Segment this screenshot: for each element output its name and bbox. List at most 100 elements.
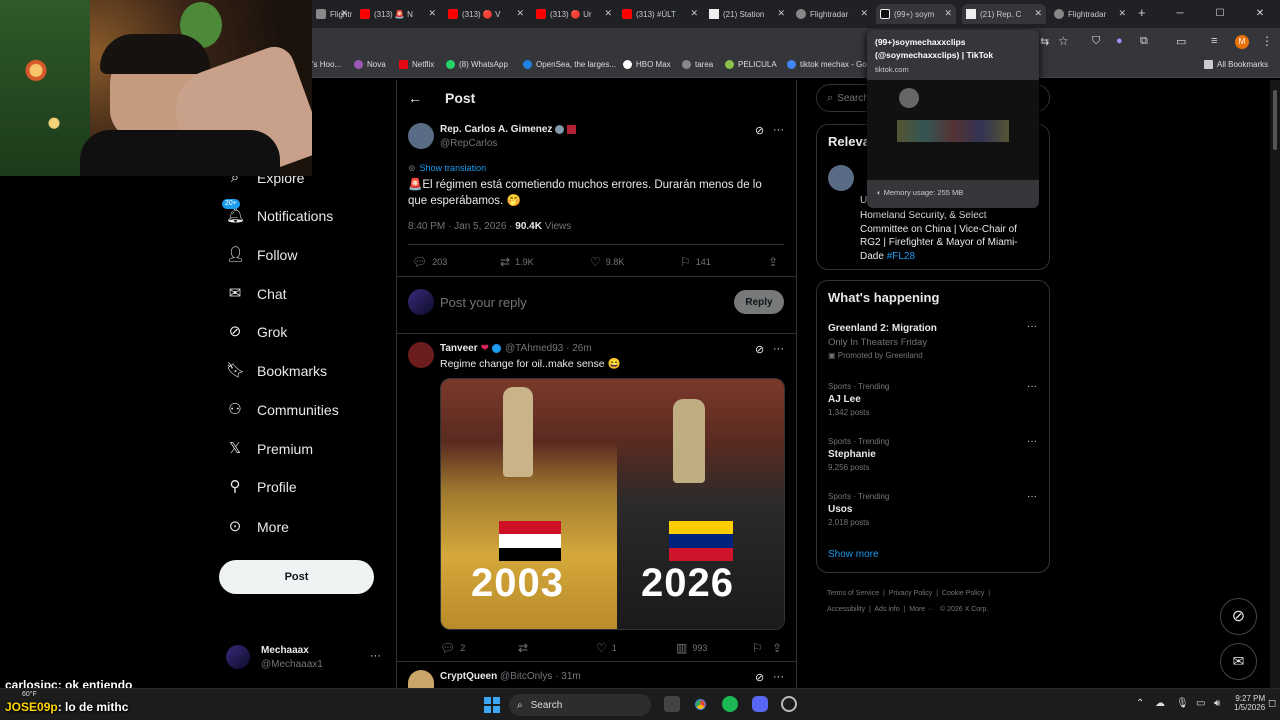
reply-author[interactable]: Tanveer ❤ @TAhmed93 · 26m — [440, 343, 592, 354]
sidebar-icon[interactable]: ▭ — [1176, 35, 1186, 48]
weather-widget[interactable]: 60°F — [22, 691, 37, 698]
more-icon[interactable]: ··· — [773, 343, 784, 355]
bookmark[interactable]: tarea — [682, 60, 713, 69]
sidebar-item-premium[interactable]: 𝕏 Premium — [226, 440, 313, 458]
sidebar-item-more[interactable]: ⊙ More — [226, 518, 289, 536]
sidebar-item-notifications[interactable]: 🔔︎ 20+ Notifications — [222, 199, 333, 225]
trend-more-icon[interactable]: ··· — [1027, 321, 1037, 332]
network-icon[interactable]: ▭ — [1196, 698, 1205, 709]
chrome-icon[interactable] — [692, 696, 709, 713]
trend-more-icon[interactable]: ··· — [1027, 436, 1037, 447]
puzzle-icon[interactable]: ⧉ — [1140, 35, 1148, 48]
sidebar-item-communities[interactable]: ⚇ Communities — [226, 401, 338, 419]
reply-action[interactable]: 💬︎ 203 — [412, 255, 447, 269]
bookmark[interactable]: 's Hoo... — [312, 60, 341, 69]
tray-expand-icon[interactable]: ⌃ — [1136, 698, 1144, 709]
browser-tab[interactable]: (313) #ÚLT ✕ — [618, 4, 702, 24]
footer-link[interactable]: More ··· — [909, 606, 934, 613]
more-icon[interactable]: ··· — [773, 124, 784, 136]
bookmark-action[interactable]: ⚐ 141 — [680, 255, 711, 269]
footer-link[interactable]: Cookie Policy — [942, 590, 984, 597]
post-author[interactable]: Rep. Carlos A. Gimenez — [440, 124, 577, 135]
volume-icon[interactable]: 🔊︎ — [1214, 698, 1220, 709]
author-avatar[interactable] — [408, 123, 434, 149]
media-icon[interactable]: ≡ — [1211, 35, 1217, 47]
avatar[interactable] — [226, 645, 250, 669]
close-icon[interactable]: ✕ — [428, 8, 436, 19]
extension-icon[interactable]: ⇆ — [1040, 35, 1049, 48]
task-view-icon[interactable] — [664, 696, 680, 712]
trend-item[interactable]: Sports · Trending Usos 2,018 posts — [828, 492, 889, 527]
tray-app-icon[interactable]: ☁ — [1155, 698, 1165, 709]
account-more-icon[interactable]: ··· — [370, 650, 381, 662]
trend-item[interactable]: Sports · Trending Stephanie 9,256 posts — [828, 437, 889, 472]
hashtag-link[interactable]: #FL28 — [887, 251, 915, 262]
bookmark[interactable]: OpenSea, the larges... — [523, 60, 616, 69]
trend-more-icon[interactable]: ··· — [1027, 491, 1037, 502]
grok-float-icon[interactable]: ⊘ — [1220, 598, 1257, 635]
show-more-link[interactable]: Show more — [828, 549, 879, 560]
browser-tab[interactable]: Flightradar ✕ — [1050, 4, 1130, 24]
app-icon[interactable] — [781, 696, 797, 712]
extension-icon[interactable]: ● — [1116, 35, 1123, 47]
close-icon[interactable]: ✕ — [860, 8, 868, 19]
like-action[interactable]: ♡ 9.8K — [590, 255, 624, 269]
scrollbar[interactable] — [1270, 80, 1280, 688]
repost-action[interactable]: ⇄ — [518, 641, 533, 655]
browser-tab[interactable]: (313) 🔴 V ✕ — [444, 4, 528, 24]
sidebar-item-chat[interactable]: ✉ Chat — [226, 285, 287, 303]
share-action[interactable]: ⇪ — [772, 641, 787, 655]
footer-link[interactable]: Privacy Policy — [889, 590, 933, 597]
close-icon[interactable]: ✕ — [944, 8, 952, 19]
reply-action[interactable]: 💬︎ 2 — [440, 641, 465, 655]
bookmark[interactable]: Nova — [354, 60, 386, 69]
trend-item[interactable]: Sports · Trending AJ Lee 1,342 posts — [828, 382, 889, 417]
trend-more-icon[interactable]: ··· — [1027, 381, 1037, 392]
clock[interactable]: 9:27 PM 1/5/2026 — [1234, 694, 1265, 712]
reply-image[interactable]: 2003 2026 — [440, 378, 785, 630]
show-translation[interactable]: ⊛ Show translation — [408, 163, 486, 174]
share-action[interactable]: ⇪ — [768, 255, 783, 269]
footer-link[interactable]: Accessibility — [827, 606, 865, 613]
views-action[interactable]: ▥ 993 — [676, 641, 707, 655]
sidebar-item-follow[interactable]: 👤︎ Follow — [226, 246, 297, 264]
reply-input[interactable] — [440, 292, 720, 312]
sidebar-item-profile[interactable]: ⚲ Profile — [226, 478, 297, 496]
profile-avatar-icon[interactable]: M — [1235, 35, 1249, 49]
bookmark[interactable]: PELICULA — [725, 60, 777, 69]
avatar[interactable] — [828, 165, 854, 191]
new-tab-button[interactable]: + — [1138, 5, 1146, 20]
sidebar-item-bookmarks[interactable]: 🔖︎ Bookmarks — [226, 362, 327, 380]
bookmark[interactable]: (8) WhatsApp — [446, 60, 508, 69]
close-icon[interactable]: ✕ — [516, 8, 524, 19]
bookmark-action[interactable]: ⚐ — [752, 641, 768, 655]
bookmark[interactable]: tiktok mechax - Go — [787, 60, 867, 69]
all-bookmarks[interactable]: All Bookmarks — [1204, 60, 1268, 69]
post-button[interactable]: Post — [219, 560, 374, 594]
trend-item[interactable]: Greenland 2: Migration Only In Theaters … — [828, 323, 1038, 360]
footer-link[interactable]: Terms of Service — [827, 590, 879, 597]
shield-icon[interactable]: ⛉ — [1092, 35, 1100, 48]
reply-avatar[interactable] — [408, 342, 434, 368]
browser-tab[interactable]: Flightradar ✕ — [792, 4, 872, 24]
browser-tab[interactable]: (21) Station ✕ — [705, 4, 789, 24]
microphone-icon[interactable]: 🎙︎ — [1176, 698, 1189, 709]
close-icon[interactable]: ✕ — [604, 8, 612, 19]
like-action[interactable]: ♡ 1 — [596, 641, 617, 655]
close-icon[interactable]: ✕ — [340, 8, 348, 19]
close-icon[interactable]: ✕ — [690, 8, 698, 19]
bookmark[interactable]: HBO Max — [623, 60, 671, 69]
browser-tab[interactable]: (313) 🔴 Ur ✕ — [532, 4, 616, 24]
browser-tab-active[interactable]: (21) Rep. C ✕ — [962, 4, 1046, 24]
grok-icon[interactable]: ⊘ — [755, 343, 764, 356]
taskbar-search[interactable]: ⌕ Search — [509, 694, 651, 716]
back-arrow-icon[interactable]: ← — [408, 90, 422, 106]
close-window-icon[interactable]: ✕ — [1240, 0, 1280, 28]
repost-action[interactable]: ⇄ 1.9K — [500, 255, 534, 269]
browser-tab-tiktok[interactable]: (99+) soym ✕ — [876, 4, 956, 24]
maximize-icon[interactable]: ☐ — [1200, 0, 1240, 28]
star-icon[interactable]: ☆ — [1058, 34, 1069, 48]
reply-button[interactable]: Reply — [734, 290, 784, 314]
footer-link[interactable]: Ads info — [874, 606, 899, 613]
scrollbar-thumb[interactable] — [1273, 90, 1277, 150]
